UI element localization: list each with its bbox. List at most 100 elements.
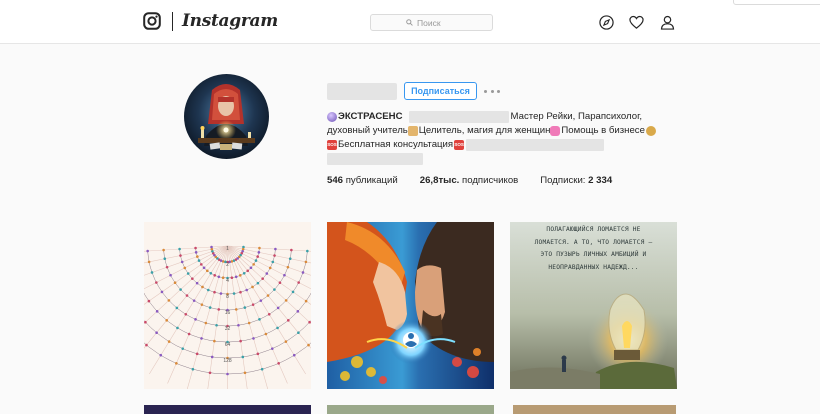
fan-dot: [304, 260, 308, 264]
fan-dot: [187, 332, 191, 336]
fan-dot: [160, 290, 164, 294]
post-thumbnail-5[interactable]: [327, 405, 494, 414]
fan-dot: [278, 281, 282, 285]
fan-dot: [242, 272, 246, 275]
fan-number-label: 8: [226, 294, 229, 300]
fan-dot: [252, 263, 256, 266]
post-thumbnail-6[interactable]: [513, 405, 676, 414]
fan-dot: [292, 353, 296, 357]
quote-text: ПОЛАГАЮЩИЙСЯ ЛОМАЕТСЯ НЕ ЛОМАЕТСЯ. А ТО,…: [510, 222, 677, 274]
fan-dot: [179, 254, 182, 257]
fan-dot: [213, 274, 217, 277]
fan-dot: [175, 362, 178, 365]
fan-dot: [169, 273, 172, 277]
bio-redacted-link: [327, 153, 423, 165]
fan-dot: [234, 275, 238, 279]
following-label: Подписки:: [540, 175, 586, 186]
fan-dot: [159, 353, 163, 357]
profile-avatar[interactable]: [184, 74, 269, 159]
fan-dot: [230, 276, 234, 279]
fan-dot: [219, 292, 223, 295]
fan-dot: [258, 318, 261, 321]
fan-dot: [251, 303, 255, 306]
fan-number-label: 64: [225, 342, 231, 348]
fan-dot: [155, 310, 159, 313]
follow-button[interactable]: Подписаться: [404, 82, 477, 100]
fan-dot: [268, 266, 272, 270]
fan-dot: [202, 266, 206, 270]
quote-line-3: ЭТО ПУЗЫРЬ ЛИЧНЫХ АМБИЦИЙ И: [540, 251, 647, 258]
fan-dot: [270, 347, 274, 350]
fan-dot: [191, 367, 195, 371]
followers-label: подписчиков: [462, 175, 519, 186]
fan-dot: [232, 292, 236, 295]
fan-dot: [246, 269, 250, 273]
fan-dot: [301, 271, 305, 274]
fan-dot: [221, 276, 225, 279]
fan-dot: [249, 266, 253, 270]
profile-user-icon[interactable]: [660, 15, 675, 30]
fan-dot: [238, 274, 242, 277]
fan-dot: [284, 299, 288, 302]
bio-line2-text-a: духовный учитель: [327, 125, 408, 136]
profile-bio: ЭКСТРАСЕНС Мастер Рейки, Парапсихолог, д…: [327, 110, 672, 166]
fan-dot: [265, 272, 269, 275]
search-box[interactable]: [370, 14, 493, 31]
fan-dot: [209, 272, 213, 275]
fan-number-label: 2: [226, 262, 229, 268]
fan-dot: [226, 372, 229, 376]
fan-dot: [297, 281, 300, 284]
fan-dot: [207, 288, 210, 292]
posts-count: 546: [327, 175, 344, 186]
fan-dot: [210, 355, 214, 359]
posts-stat: 546 публикаций: [327, 175, 398, 186]
money-bag-emoji-icon: [645, 126, 656, 136]
fan-dot: [213, 290, 216, 294]
fan-dot: [217, 308, 221, 311]
fan-dot: [180, 260, 184, 264]
activity-heart-icon[interactable]: [629, 15, 644, 30]
bio-line-4: [327, 152, 672, 166]
fan-dot: [273, 254, 276, 257]
fan-dot: [173, 281, 177, 285]
fan-dot: [208, 371, 212, 375]
fan-dot: [260, 367, 264, 371]
fan-dot: [271, 260, 275, 264]
fan-dot: [254, 259, 258, 262]
fan-dot: [147, 260, 151, 264]
bio-line1-text: Мастер Рейки, Парапсихолог,: [510, 111, 643, 122]
fan-dot: [252, 337, 255, 340]
fan-dot: [286, 265, 290, 269]
post-thumbnail-1[interactable]: 1 2 4 8 16 32 64 128: [144, 222, 311, 389]
fan-dot: [197, 259, 201, 262]
followers-stat[interactable]: 26,8тыс. подписчиков: [420, 175, 519, 186]
fan-dot: [163, 257, 167, 261]
fan-dot: [191, 277, 194, 280]
fan-dot: [186, 272, 190, 275]
fan-number-label: 32: [225, 326, 231, 332]
post-thumbnail-4[interactable]: [144, 405, 311, 414]
fan-dot: [264, 332, 268, 336]
explore-compass-icon[interactable]: [599, 15, 614, 30]
search-icon: [406, 19, 413, 26]
instagram-wordmark[interactable]: Instagram: [182, 11, 278, 31]
bio-redacted-text-2: [466, 139, 605, 151]
more-options-icon[interactable]: [484, 86, 500, 96]
fan-number-label: 16: [225, 310, 231, 316]
fan-dot: [210, 245, 213, 249]
following-stat[interactable]: Подписки: 2 334: [540, 175, 612, 186]
fan-dot: [217, 275, 221, 279]
fan-dot: [230, 260, 234, 263]
fan-dot: [234, 308, 238, 311]
post-thumbnail-3[interactable]: ПОЛАГАЮЩИЙСЯ ЛОМАЕТСЯ НЕ ЛОМАЕТСЯ. А ТО,…: [510, 222, 677, 389]
fan-dot: [256, 352, 260, 356]
sos-emoji-icon: SOS: [327, 140, 337, 150]
fan-dot: [258, 246, 261, 250]
instagram-logo-icon[interactable]: [143, 12, 161, 30]
fan-dot: [155, 281, 158, 284]
post-thumbnail-2[interactable]: [327, 222, 494, 389]
bio-line3-text: Бесплатная консультация: [338, 139, 454, 150]
fan-dot: [195, 281, 199, 285]
search-input[interactable]: [417, 17, 457, 28]
fan-dot: [273, 288, 276, 291]
